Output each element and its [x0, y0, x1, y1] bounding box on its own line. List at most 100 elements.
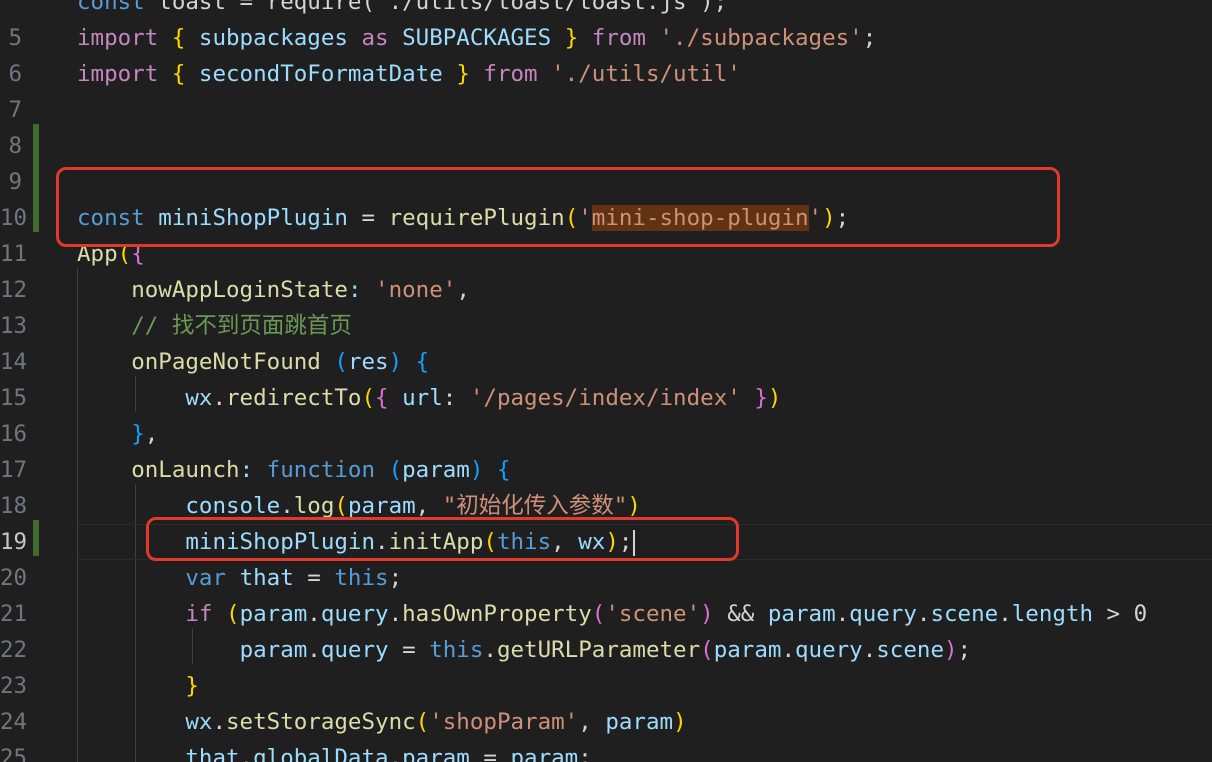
code-line[interactable]: 20 var that = this;: [0, 560, 1212, 596]
code-token: =: [469, 745, 511, 762]
code-token: query: [849, 601, 917, 627]
code-token: :: [347, 277, 376, 303]
code-line[interactable]: 23 }: [0, 668, 1212, 704]
code-token: }: [564, 25, 579, 51]
code-token: }: [754, 385, 768, 411]
code-token: if: [185, 601, 213, 627]
code-token: }: [131, 421, 145, 447]
code-token: import: [77, 61, 159, 87]
code-token: hasOwnProperty: [402, 601, 592, 627]
code-token: import: [77, 25, 159, 51]
line-number: 10: [0, 205, 28, 231]
code-token: ): [944, 637, 958, 663]
code-token: ;: [388, 565, 403, 591]
code-token: .: [280, 493, 294, 519]
line-number: 11: [0, 241, 28, 267]
code-token: ): [700, 601, 714, 627]
code-token: onPageNotFound: [131, 349, 321, 375]
code-token: .: [781, 637, 795, 663]
code-token: length: [1011, 601, 1094, 627]
code-token: }: [185, 673, 199, 699]
code-token: .: [239, 745, 254, 762]
code-token: as: [361, 25, 389, 51]
code-token: ): [627, 493, 641, 519]
code-token: .: [998, 601, 1012, 627]
code-token: =: [293, 565, 335, 591]
line-number: 8: [8, 133, 22, 159]
code-line[interactable]: 24 wx.setStorageSync('shopParam', param): [0, 704, 1212, 740]
code-token: onLaunch: [131, 457, 240, 483]
line-number: 7: [8, 97, 22, 123]
code-text: // 找不到页面跳首页: [77, 308, 352, 344]
code-token: .: [307, 601, 321, 627]
line-number: 5: [8, 25, 22, 51]
code-text: var that = this;: [77, 560, 402, 596]
code-token: res: [347, 349, 389, 375]
code-token: ;: [862, 25, 877, 51]
code-text: onLaunch: function (param) {: [77, 452, 510, 488]
code-line[interactable]: 6 import { secondToFormatDate } from './u…: [0, 56, 1212, 92]
code-token: }: [456, 61, 470, 87]
code-token: (: [591, 601, 606, 627]
code-line[interactable]: 13 // 找不到页面跳首页: [0, 308, 1212, 344]
code-token: const: [77, 0, 145, 15]
code-line[interactable]: 8: [0, 128, 1212, 164]
line-number: 24: [0, 709, 28, 735]
code-line[interactable]: const toast = require('./utils/toast/toa…: [0, 0, 1212, 20]
code-token: SUBPACKAGES: [388, 25, 565, 51]
code-token: secondToFormatDate: [185, 61, 457, 87]
code-token: wx: [185, 709, 213, 735]
highlight-box-init-app: [146, 517, 739, 561]
code-token: {: [375, 385, 389, 411]
code-token: this: [334, 565, 389, 591]
code-line[interactable]: 16 },: [0, 416, 1212, 452]
line-number: 18: [0, 493, 28, 519]
code-line[interactable]: 14 onPageNotFound (res) {: [0, 344, 1212, 380]
line-number: 6: [8, 61, 22, 87]
code-line[interactable]: 7: [0, 92, 1212, 128]
code-text: wx.redirectTo({ url: '/pages/index/index…: [77, 380, 781, 416]
code-token: (: [334, 493, 348, 519]
code-line[interactable]: 17 onLaunch: function (param) {: [0, 452, 1212, 488]
code-token: ;: [578, 745, 592, 762]
code-line[interactable]: 21 if (param.query.hasOwnProperty('scene…: [0, 596, 1212, 632]
code-line[interactable]: 22 param.query = this.getURLParameter(pa…: [0, 632, 1212, 668]
code-token: .: [835, 601, 850, 627]
code-token: url: [388, 385, 443, 411]
code-token: 'scene': [605, 601, 701, 627]
code-token: query: [794, 637, 863, 663]
code-token: that: [239, 565, 294, 591]
code-line[interactable]: 15 wx.redirectTo({ url: '/pages/index/in…: [0, 380, 1212, 416]
code-text: nowAppLoginState: 'none',: [77, 272, 470, 308]
code-line[interactable]: 12 nowAppLoginState: 'none',: [0, 272, 1212, 308]
code-token: from: [591, 25, 646, 51]
code-token: (: [415, 709, 430, 735]
code-token: that: [185, 745, 240, 762]
code-token: ,: [456, 277, 470, 303]
code-token: .: [483, 637, 497, 663]
code-token: param: [347, 493, 416, 519]
code-token: '/pages/index/index': [469, 385, 741, 411]
code-token: &&: [713, 601, 768, 627]
code-token: var: [185, 565, 227, 591]
code-text: const toast = require('./utils/toast/toa…: [77, 0, 727, 20]
code-editor[interactable]: const toast = require('./utils/toast/toa…: [0, 0, 1212, 762]
code-line[interactable]: 25 that.globalData.param = param;: [0, 740, 1212, 762]
code-token: 'none': [375, 277, 457, 303]
code-text: import { secondToFormatDate } from './ut…: [77, 56, 741, 92]
code-text: if (param.query.hasOwnProperty('scene') …: [77, 596, 1147, 632]
code-text: param.query = this.getURLParameter(param…: [77, 632, 972, 668]
code-line[interactable]: 5 import { subpackages as SUBPACKAGES } f…: [0, 20, 1212, 56]
